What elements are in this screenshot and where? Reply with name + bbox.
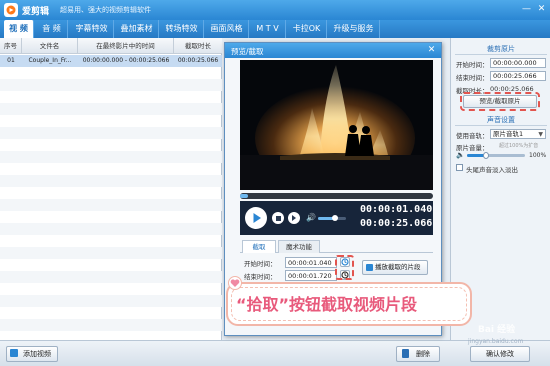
column-header-filename[interactable]: 文件名 xyxy=(22,38,78,54)
empty-row xyxy=(0,151,222,163)
empty-row xyxy=(0,103,222,115)
dialog-start-label: 开始时间： xyxy=(244,260,277,268)
end-time-field[interactable]: 00:00:25.066 xyxy=(490,71,546,81)
row-time-range: 00:00:00.000 - 00:00:25.066 xyxy=(82,57,170,64)
row-index: 01 xyxy=(7,57,15,64)
close-icon[interactable]: ✕ xyxy=(426,44,437,56)
trash-icon xyxy=(402,349,409,358)
tab-video[interactable]: 视 频 xyxy=(4,20,34,38)
audio-track-label: 使用音轨： xyxy=(456,132,489,140)
empty-row xyxy=(0,79,222,91)
audio-track-value: 原片音轨1 xyxy=(493,130,524,138)
empty-row xyxy=(0,271,222,283)
title-bar: 爱剪辑 超易用、强大的视频剪辑软件 — ✕ xyxy=(0,0,550,20)
row-duration: 00:00:25.066 xyxy=(177,57,219,64)
empty-row xyxy=(0,295,222,307)
chevron-down-icon: ▼ xyxy=(538,131,543,138)
film-icon xyxy=(10,349,18,357)
app-window: 爱剪辑 超易用、强大的视频剪辑软件 — ✕ 视 频 音 频 字幕特效 叠加素材 … xyxy=(0,0,550,366)
dialog-title-bar: 预览/截取 ✕ xyxy=(225,43,441,58)
stop-icon xyxy=(275,215,281,221)
add-video-label: 添加视频 xyxy=(23,350,51,358)
delete-button[interactable]: 删除 xyxy=(396,346,440,362)
row-filename: Couple_In_Fr... xyxy=(28,57,72,64)
play-button[interactable] xyxy=(245,207,267,229)
tab-mtv[interactable]: M T V xyxy=(250,20,286,38)
preview-capture-button[interactable]: 预览/截取原片 xyxy=(463,95,537,108)
delete-label: 删除 xyxy=(416,350,430,358)
empty-row xyxy=(0,247,222,259)
end-time-label: 结束时间： xyxy=(456,74,489,82)
tab-transition-effects[interactable]: 转场特效 xyxy=(160,20,204,38)
minimize-button[interactable]: — xyxy=(520,3,533,15)
close-window-button[interactable]: ✕ xyxy=(535,3,548,15)
play-icon xyxy=(253,213,261,223)
video-preview[interactable] xyxy=(240,60,433,190)
dialog-end-label: 结束时间： xyxy=(244,273,277,281)
play-clip-label: 播放截取的片段 xyxy=(375,263,421,271)
dialog-volume-handle[interactable] xyxy=(331,215,338,221)
tab-picture-style[interactable]: 画面风格 xyxy=(205,20,249,38)
play-clip-icon xyxy=(366,264,373,271)
empty-row xyxy=(0,175,222,187)
fade-checkbox[interactable] xyxy=(456,164,463,171)
sound-section-title: 声音设置 xyxy=(455,115,547,126)
empty-row xyxy=(0,199,222,211)
audio-track-select[interactable]: 原片音轨1 ▼ xyxy=(490,129,546,139)
tab-capture[interactable]: 截取 xyxy=(242,240,276,253)
clip-section-title: 裁剪原片 xyxy=(455,44,547,55)
pick-buttons-highlight xyxy=(335,255,354,280)
stop-button[interactable] xyxy=(272,212,284,224)
app-logo-icon xyxy=(4,3,18,17)
volume-hint: 超过100%为扩音 xyxy=(499,143,539,149)
next-frame-button[interactable] xyxy=(288,212,300,224)
app-slogan: 超易用、强大的视频剪辑软件 xyxy=(60,6,151,14)
volume-slider-handle[interactable] xyxy=(483,152,489,159)
tab-overlay-material[interactable]: 叠加素材 xyxy=(115,20,159,38)
timeline-progress-fill xyxy=(240,194,248,198)
column-header-duration[interactable]: 截取时长 xyxy=(174,38,222,54)
dialog-end-field[interactable]: 00:00:01.720 xyxy=(285,270,337,281)
step-forward-icon xyxy=(292,215,296,221)
tab-karaoke[interactable]: 卡拉OK xyxy=(287,20,327,38)
fade-label: 头尾声音淡入淡出 xyxy=(466,166,518,174)
tab-subtitle-effects[interactable]: 字幕特效 xyxy=(70,20,114,38)
start-time-field[interactable]: 00:00:00.000 xyxy=(490,58,546,68)
tab-audio[interactable]: 音 频 xyxy=(36,20,68,38)
dialog-title: 预览/截取 xyxy=(231,47,264,56)
watermark: Bai 经验 xyxy=(478,325,516,335)
confirm-edit-button[interactable]: 确认修改 xyxy=(470,346,530,362)
annotation-banner: “拾取”按钮截取视频片段 xyxy=(226,282,472,326)
app-name: 爱剪辑 xyxy=(22,7,50,17)
dialog-start-field[interactable]: 00:00:01.040 xyxy=(285,257,337,268)
tab-upgrade-service[interactable]: 升级与服务 xyxy=(328,20,380,38)
video-list-header: 序号 文件名 在最终影片中的时间 截取时长 xyxy=(0,38,222,54)
banner-text: “拾取”按钮截取视频片段 xyxy=(236,295,418,314)
volume-slider[interactable] xyxy=(467,152,525,159)
start-time-label: 开始时间： xyxy=(456,61,489,69)
empty-row xyxy=(0,223,222,235)
watermark-url: jingyan.baidu.com xyxy=(468,338,524,345)
column-header-time[interactable]: 在最终影片中的时间 xyxy=(78,38,174,54)
dialog-tab-bar: 截取 魔术功能 xyxy=(240,240,433,253)
timeline-slider[interactable] xyxy=(240,193,433,199)
volume-value: 100% xyxy=(529,152,547,159)
speaker-icon: 🔈 xyxy=(456,151,465,159)
playback-control-bar: 🔊 00:00:01.040 00:00:25.066 xyxy=(240,201,433,235)
tab-magic-function[interactable]: 魔术功能 xyxy=(278,240,320,253)
dialog-volume-slider[interactable] xyxy=(318,215,346,221)
empty-row xyxy=(0,127,222,139)
total-time-display: 00:00:25.066 xyxy=(360,218,433,229)
current-time-display: 00:00:01.040 xyxy=(360,204,433,215)
video-list-panel: 序号 文件名 在最终影片中的时间 截取时长 01 Couple_In_Fr...… xyxy=(0,38,222,340)
empty-row xyxy=(0,319,222,331)
column-header-index[interactable]: 序号 xyxy=(0,38,22,54)
main-tab-bar: 视 频 音 频 字幕特效 叠加素材 转场特效 画面风格 M T V 卡拉OK 升… xyxy=(0,20,550,38)
add-video-button[interactable]: 添加视频 xyxy=(6,346,58,362)
heart-icon xyxy=(228,276,242,290)
fountain-scene-image xyxy=(240,60,433,190)
volume-icon: 🔊 xyxy=(306,213,316,222)
play-clip-button[interactable]: 播放截取的片段 xyxy=(362,260,428,275)
table-row[interactable]: 01 Couple_In_Fr... 00:00:00.000 - 00:00:… xyxy=(0,55,222,67)
